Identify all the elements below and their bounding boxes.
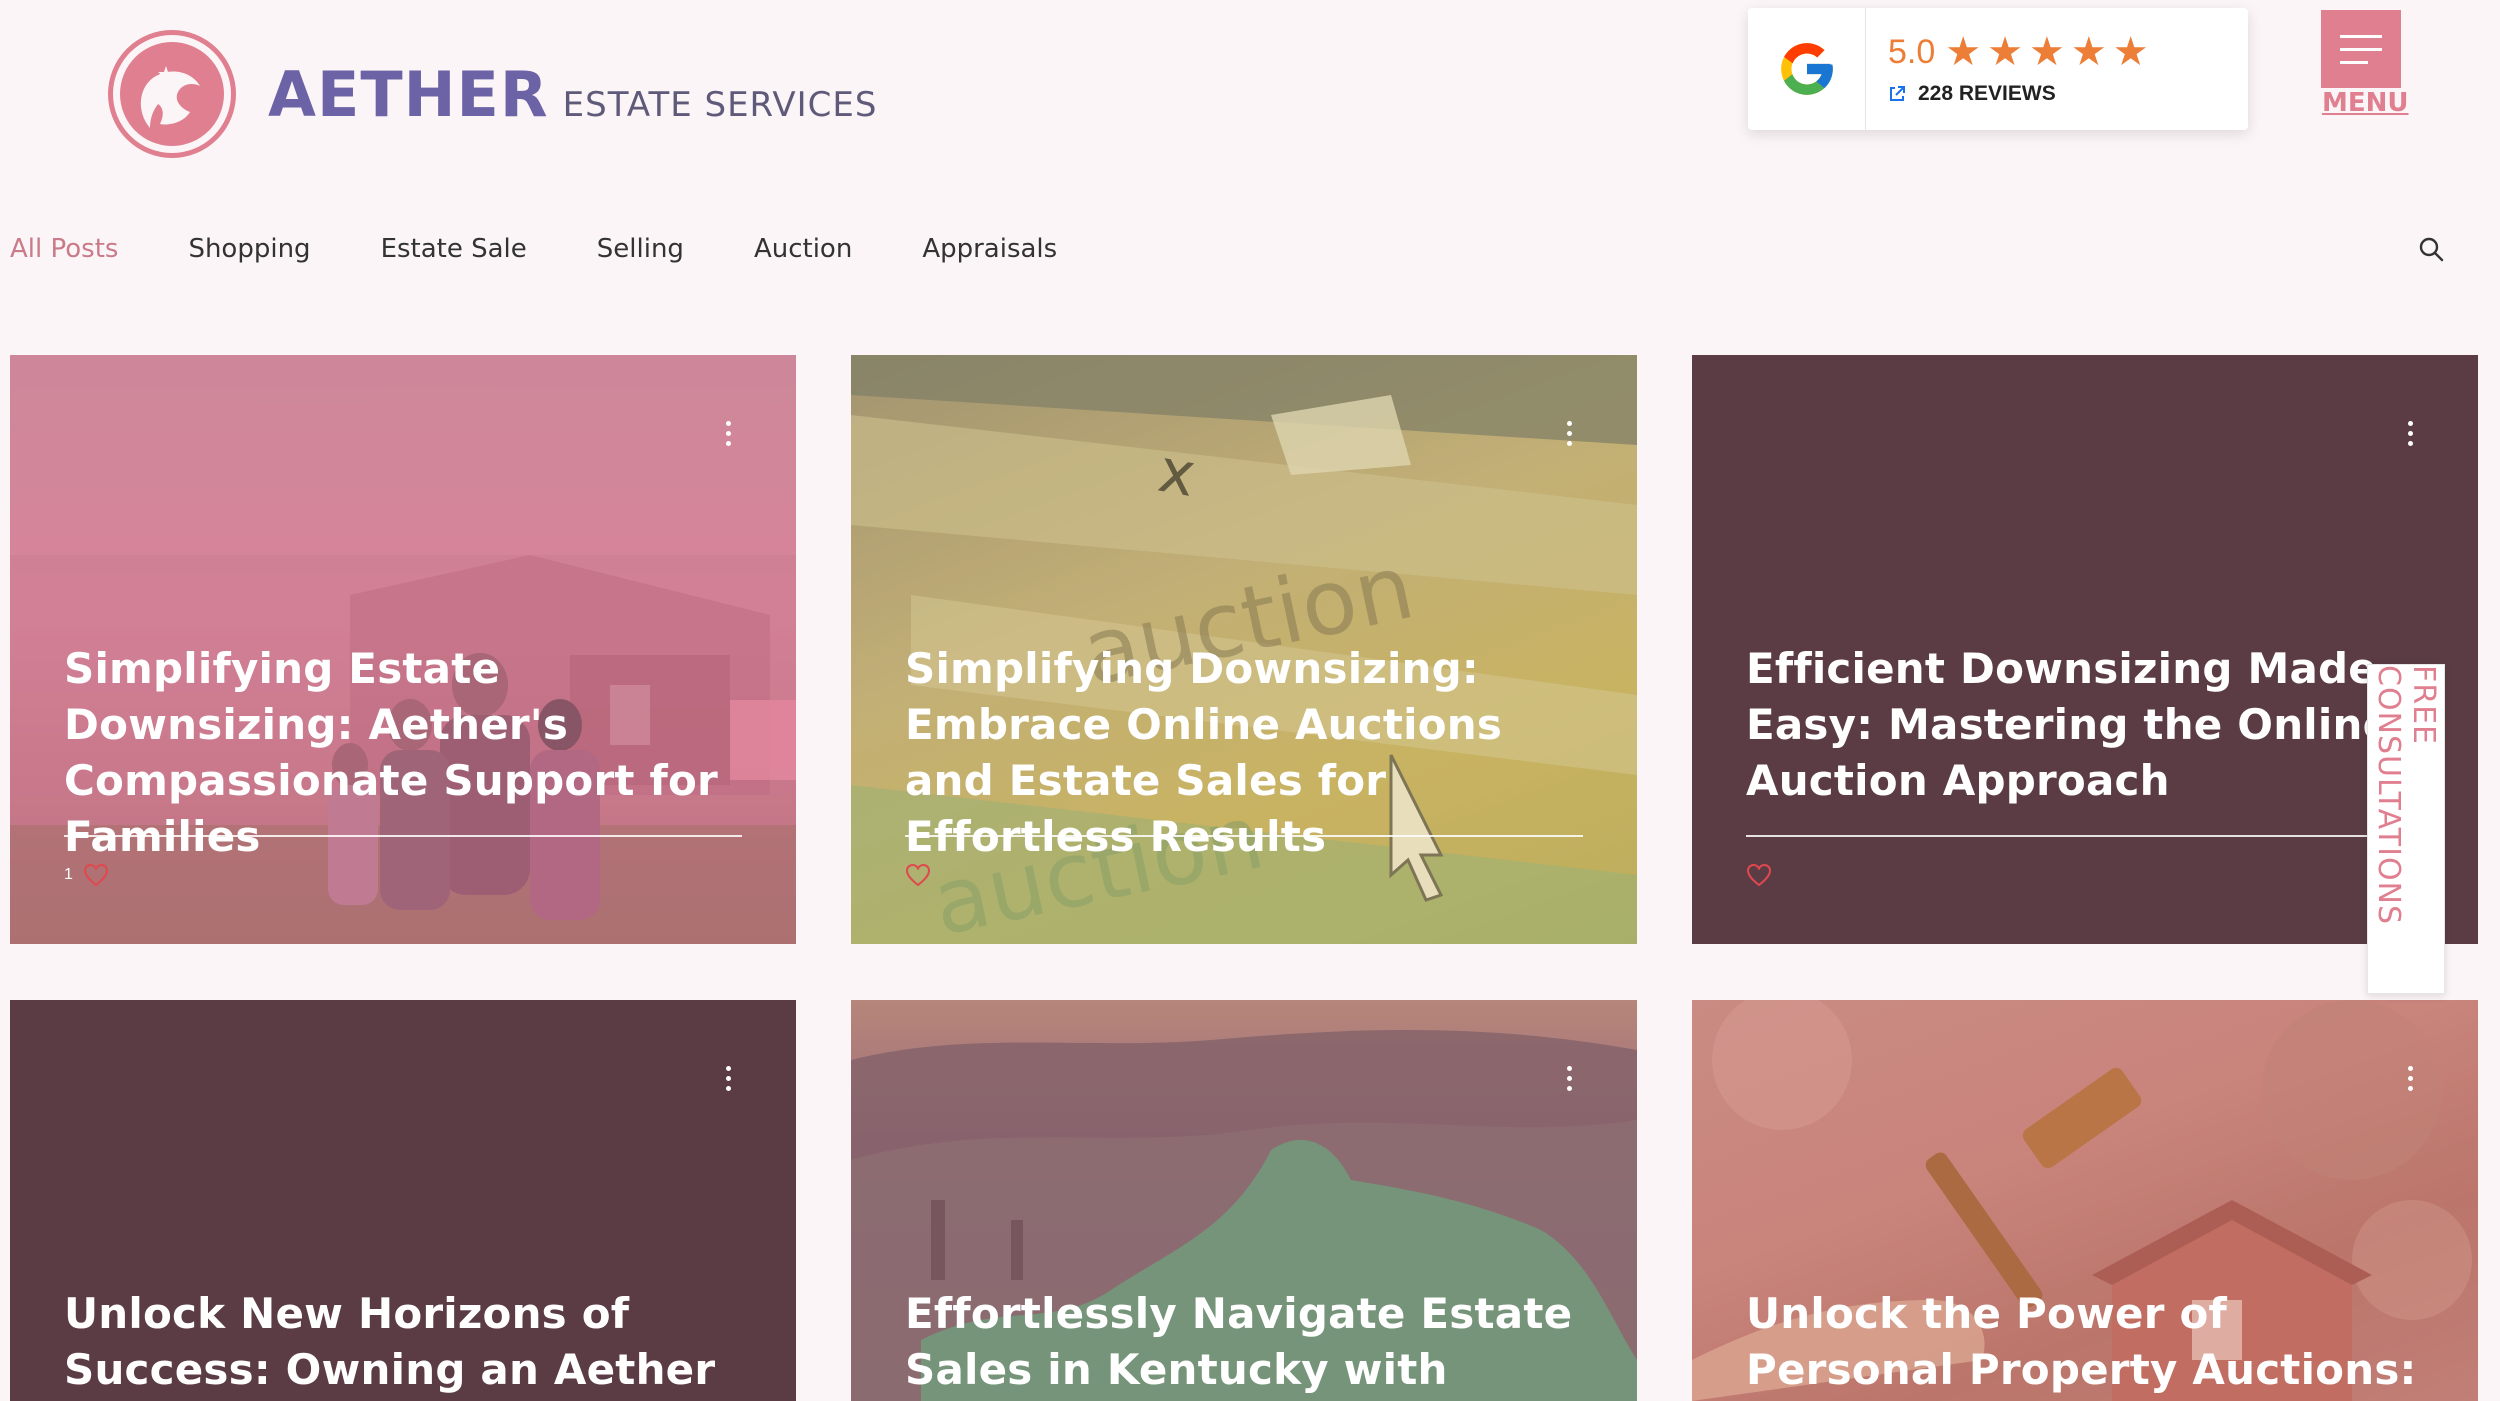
free-consultations-label: FREE CONSULTATIONS [2371, 665, 2441, 926]
heart-icon[interactable] [1746, 863, 1772, 887]
brand-wordmark[interactable]: AETHER ESTATE SERVICES [268, 58, 877, 131]
more-options-icon[interactable] [1567, 1066, 1575, 1091]
more-options-icon[interactable] [2408, 421, 2416, 446]
post-title[interactable]: Unlock the Power of Personal Property Au… [1746, 1286, 2428, 1401]
more-options-icon[interactable] [726, 1066, 734, 1091]
post-card[interactable]: Simplifying Estate Downsizing: Aether's … [10, 355, 796, 944]
post-card[interactable]: Unlock New Horizons of Success: Owning a… [10, 1000, 796, 1401]
post-title[interactable]: Simplifying Downsizing: Embrace Online A… [905, 641, 1587, 865]
divider [1746, 835, 2424, 837]
google-reviews-badge[interactable]: 5.0 ★ ★ ★ ★ ★ 228 REVIEWS [1748, 8, 2248, 130]
rating-stars: ★ ★ ★ ★ ★ [1945, 32, 2148, 72]
logo-emblem-icon [120, 42, 224, 146]
reviews-link[interactable]: 228 REVIEWS [1888, 82, 2149, 106]
category-all-posts[interactable]: All Posts [10, 234, 118, 264]
logo[interactable] [108, 30, 236, 158]
hamburger-icon [2340, 34, 2382, 38]
divider [905, 835, 1583, 837]
star-icon: ★ [1945, 29, 1982, 75]
search-icon[interactable] [2418, 236, 2446, 268]
heart-icon[interactable] [905, 863, 931, 887]
category-auction[interactable]: Auction [754, 234, 852, 264]
post-meta [905, 863, 931, 887]
star-icon: ★ [2028, 29, 2065, 75]
category-selling[interactable]: Selling [597, 234, 684, 264]
heart-icon[interactable] [83, 863, 109, 887]
divider [64, 835, 742, 837]
rating-score: 5.0 [1888, 32, 1936, 71]
post-title[interactable]: Simplifying Estate Downsizing: Aether's … [64, 641, 746, 865]
like-count: 1 [64, 866, 73, 883]
more-options-icon[interactable] [1567, 421, 1575, 446]
free-consultations-tab[interactable]: FREE CONSULTATIONS [2367, 664, 2445, 994]
category-shopping[interactable]: Shopping [188, 234, 310, 264]
more-options-icon[interactable] [2408, 1066, 2416, 1091]
more-options-icon[interactable] [726, 421, 734, 446]
post-card[interactable]: Effortlessly Navigate Estate Sales in Ke… [851, 1000, 1637, 1401]
post-meta: 1 [64, 863, 109, 887]
reviews-summary: 5.0 ★ ★ ★ ★ ★ 228 REVIEWS [1866, 8, 2149, 130]
star-icon: ★ [1987, 29, 2023, 75]
category-estate-sale[interactable]: Estate Sale [381, 234, 527, 264]
post-meta [1746, 863, 1772, 887]
google-logo-icon [1748, 8, 1866, 130]
menu-button[interactable] [2321, 10, 2401, 88]
post-card[interactable]: Unlock the Power of Personal Property Au… [1692, 1000, 2478, 1401]
menu-label[interactable]: MENU [2322, 88, 2409, 118]
star-icon: ★ [2070, 29, 2107, 75]
post-title[interactable]: Unlock New Horizons of Success: Owning a… [64, 1286, 746, 1401]
post-title[interactable]: Effortlessly Navigate Estate Sales in Ke… [905, 1286, 1587, 1401]
post-card[interactable]: Efficient Downsizing Made Easy: Masterin… [1692, 355, 2478, 944]
post-title[interactable]: Efficient Downsizing Made Easy: Masterin… [1746, 641, 2428, 809]
category-appraisals[interactable]: Appraisals [922, 234, 1057, 264]
brand-tagline: ESTATE SERVICES [562, 85, 878, 125]
blog-category-nav: All Posts Shopping Estate Sale Selling A… [10, 234, 1127, 264]
external-link-icon [1890, 86, 1905, 101]
brand-name: AETHER [268, 58, 549, 131]
reviews-count: 228 REVIEWS [1918, 82, 2056, 105]
post-card[interactable]: x auction auction Simplifying Downsizing… [851, 355, 1637, 944]
star-icon: ★ [2112, 29, 2149, 75]
